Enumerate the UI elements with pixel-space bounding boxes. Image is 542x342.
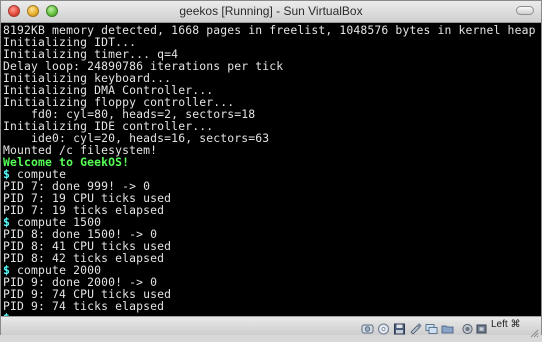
shared-folders-icon[interactable] bbox=[441, 320, 454, 334]
status-bar: Left ⌘ bbox=[1, 316, 541, 338]
title-bar[interactable]: geekos [Running] - Sun VirtualBox bbox=[1, 1, 541, 23]
hardware-virtualization-icon[interactable] bbox=[475, 320, 488, 334]
resize-grip-icon[interactable] bbox=[529, 323, 539, 338]
recording-icon[interactable] bbox=[461, 320, 474, 335]
console-line-text: PID 9: 74 ticks elapsed bbox=[3, 299, 165, 313]
toolbar-toggle-button[interactable] bbox=[516, 6, 534, 15]
host-key-indicator: Left ⌘ bbox=[491, 319, 521, 330]
virtualbox-window: geekos [Running] - Sun VirtualBox 8192KB… bbox=[0, 0, 542, 338]
window-title: geekos [Running] - Sun VirtualBox bbox=[179, 4, 363, 18]
console-line: PID 9: 74 ticks elapsed bbox=[3, 300, 164, 312]
usb-icon[interactable] bbox=[409, 320, 422, 335]
optical-drive-icon[interactable] bbox=[377, 320, 390, 335]
floppy-drive-icon[interactable] bbox=[393, 320, 406, 335]
network-icon[interactable] bbox=[425, 320, 438, 334]
guest-console-screen[interactable]: 8192KB memory detected, 1668 pages in fr… bbox=[2, 23, 540, 316]
hard-disk-icon[interactable] bbox=[361, 320, 374, 334]
